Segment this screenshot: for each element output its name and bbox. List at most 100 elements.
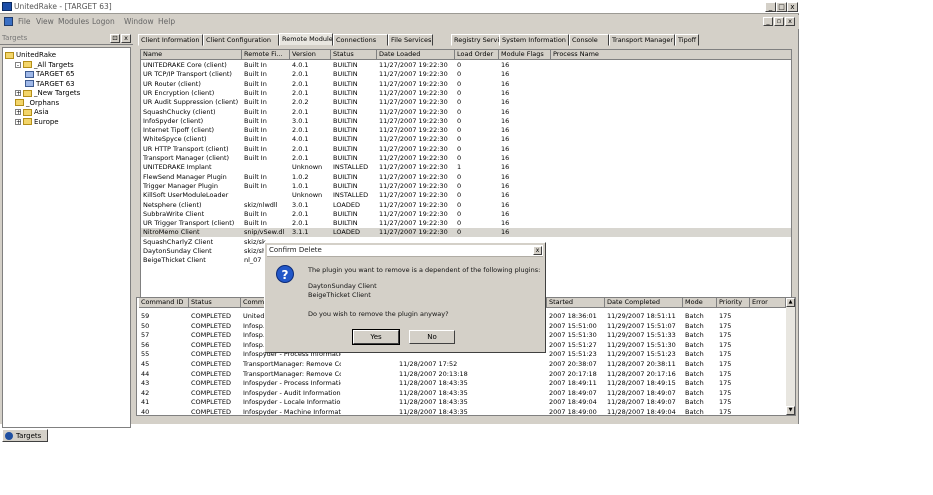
table-cell: UR HTTP Transport (client) [143,144,229,153]
targets-tree[interactable]: UnitedRake - _All Targets TARGET 65 TARGET 6… [2,47,131,428]
mdi-close-button[interactable]: x [785,17,795,26]
tab-transport-manager[interactable]: Transport Manager [609,34,675,46]
table-row[interactable]: UR TCP/IP Transport (client) Built In 2.0.… [141,70,791,79]
table-row[interactable]: UR Encryption (client) Built In 2.0.1 BUILT… [141,89,791,98]
table-cell: Built In [244,154,267,162]
table-row[interactable]: UNITEDRAKE Core (client) Built In 4.0.1 BUI… [141,61,791,70]
table-row[interactable]: SubbraWrite Client Built In 2.0.1 BUILTIN 11… [141,210,791,219]
tree-node[interactable]: + Europe [15,118,59,126]
menu-logon[interactable]: Logon [92,17,115,26]
table-cell: 11/27/2007 19:22:30 [379,144,448,153]
table-row[interactable]: Netsphere (client) skiz/nlwdll 3.0.1 LOADED… [141,201,791,210]
tree-node[interactable]: + Asia [15,108,49,116]
table-row[interactable]: UNITEDRAKE Implant Unknown INSTALLED 11/27/… [141,163,791,172]
column-header[interactable]: Status [189,298,241,308]
table-cell: DaytonSunday Client [143,247,212,255]
table-row[interactable]: Transport Manager (client) Built In 2.0.1 B… [141,154,791,163]
table-row[interactable]: KillSoft UserModuleLoader Unknown INSTALLE… [141,191,791,200]
tab-remote-modules[interactable]: Remote Modules [279,33,336,46]
table-row[interactable]: 45 COMPLETED TransportManager: Remove Conf… [137,360,788,369]
targets-tab[interactable]: Targets [2,429,48,442]
table-cell: COMPLETED [191,379,231,388]
column-header[interactable]: Priority [717,298,750,308]
table-cell: UR Audit Suppression (client) [143,98,239,107]
column-header[interactable]: Error [750,298,786,308]
table-cell: Internet Tipoff (client) [143,126,215,135]
menu-file[interactable]: File [18,17,31,26]
tree-node[interactable]: + _New Targets [15,89,80,97]
column-header[interactable]: Date Completed [605,298,683,308]
table-cell: 44 [141,369,150,378]
tree-node[interactable]: TARGET 63 [25,80,75,88]
dialog-close-button[interactable]: x [533,246,542,255]
mdi-restore-button[interactable]: ▫ [774,17,784,26]
confirm-delete-dialog: Confirm Delete x ? The plugin you want t… [264,242,546,353]
yes-button[interactable]: Yes [352,329,400,345]
tree-node[interactable]: TARGET 65 [25,70,75,78]
table-row[interactable]: UR Trigger Transport (client) Built In 2.0… [141,219,791,228]
expand-toggle-icon[interactable]: + [15,90,21,97]
column-header[interactable]: Command ID [139,298,189,308]
tree-node[interactable]: - _All Targets [15,61,74,69]
table-cell: 50 [141,321,150,330]
table-row[interactable]: FlewSend Manager Plugin Built In 1.0.2 BUIL… [141,173,791,182]
tree-node[interactable]: UnitedRake [5,51,56,59]
column-header[interactable]: Name [141,50,242,60]
table-row[interactable]: 42 COMPLETED Infospyder - Audit Informatio… [137,389,788,398]
table-cell: 11/29/2007 18:51:11 [607,312,676,320]
table-row[interactable]: SquashChucky (client) Built In 2.0.1 BUILTI… [141,108,791,117]
tab-file-services[interactable]: File Services [388,34,433,46]
table-row[interactable]: UR Audit Suppression (client) Built In 2.0… [141,98,791,107]
menu-help[interactable]: Help [158,17,175,26]
tab-connections[interactable]: Connections [333,34,388,46]
minimize-button[interactable]: _ [765,2,776,12]
targets-pane-title: Targets [2,34,28,42]
menu-modules[interactable]: Modules [58,17,89,26]
close-button[interactable]: x [787,2,798,12]
table-row[interactable]: Trigger Manager Plugin Built In 1.0.1 BUILT… [141,182,791,191]
column-header[interactable]: Load Order [455,50,499,60]
tab-client-configuration[interactable]: Client Configuration [203,34,279,46]
pane-close-icon[interactable]: x [121,34,131,43]
mdi-child-icon[interactable] [4,17,13,26]
column-header[interactable]: Process Name [551,50,791,60]
tab-tipoff[interactable]: Tipoff [675,34,699,46]
menu-window[interactable]: Window [124,17,154,26]
table-row[interactable]: WhiteSpyce (client) Built In 4.0.1 BUILTIN 1… [141,135,791,144]
table-row[interactable]: 41 COMPLETED Infospyder - Locale Informati… [137,398,788,407]
table-row[interactable]: 44 COMPLETED TransportManager: Remove Conf… [137,370,788,379]
tab-console[interactable]: Console [569,34,609,46]
table-cell: Built In [244,219,267,228]
table-row[interactable]: Internet Tipoff (client) Built In 2.0.1 BUI… [141,126,791,135]
tab-client-information[interactable]: Client Information [138,34,203,46]
table-row[interactable]: 43 COMPLETED Infospyder - Process Informat… [137,379,788,388]
table-cell: 2007 15:51:23 [549,350,597,359]
table-cell: 16 [501,144,510,153]
menu-view[interactable]: View [36,17,54,26]
mdi-minimize-button[interactable]: _ [763,17,773,26]
column-header[interactable]: Version [290,50,331,60]
maximize-button[interactable]: □ [776,2,787,12]
table-cell: COMPLETED [191,360,231,368]
table-cell: 2.0.1 [292,70,309,79]
column-header[interactable]: Started [547,298,605,308]
column-header[interactable]: Date Loaded [377,50,455,60]
table-row[interactable]: InfoSpyder (client) Built In 3.0.1 BUILTIN 1… [141,117,791,126]
pane-pin-icon[interactable]: ⊡ [110,34,120,43]
table-cell: BUILTIN [333,144,358,153]
scroll-up-icon[interactable]: ▲ [786,298,795,307]
table-row[interactable]: 40 COMPLETED Infospyder - Machine Informat… [137,408,788,415]
table-row[interactable]: NitroMemo Client snip/vSew.dl 3.1.1 LOADED 1… [141,228,791,238]
no-button[interactable]: No [409,330,455,344]
column-header[interactable]: Status [331,50,377,60]
expand-toggle-icon[interactable]: + [15,109,21,116]
table-row[interactable]: UR Router (client) Built In 2.0.1 BUILTIN 11… [141,80,791,89]
column-header[interactable]: Remote Fi... [242,50,290,60]
column-header[interactable]: Module Flags [499,50,551,60]
tab-system-information[interactable]: System Information [499,34,569,46]
expand-toggle-icon[interactable]: + [15,118,21,125]
column-header[interactable]: Mode [683,298,717,308]
tree-node[interactable]: _Orphans [15,99,59,107]
expand-toggle-icon[interactable]: - [15,61,21,68]
table-row[interactable]: UR HTTP Transport (client) Built In 2.0.1 B… [141,144,791,154]
